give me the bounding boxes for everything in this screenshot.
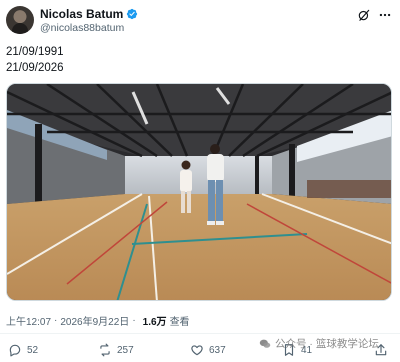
author-handle[interactable]: @nicolas88batum xyxy=(40,22,124,34)
gym-court-photo xyxy=(7,84,391,300)
view-label: 查看 xyxy=(169,317,190,328)
bookmark-count: 41 xyxy=(301,344,313,356)
author-name[interactable]: Nicolas Batum xyxy=(40,7,123,21)
tweet-time[interactable]: 上午12:07 xyxy=(6,313,51,328)
tweet-actions: 52 257 637 41 xyxy=(0,340,400,362)
view-count: 1.6万 xyxy=(142,317,167,328)
avatar[interactable] xyxy=(6,6,34,34)
bookmark-button[interactable]: 41 xyxy=(282,343,312,357)
retweet-button[interactable]: 257 xyxy=(98,343,134,357)
tweet-header: Nicolas Batum @nicolas88batum xyxy=(0,0,400,40)
tweet-line-future: 21/09/2026 xyxy=(6,62,64,74)
retweet-count: 257 xyxy=(117,344,134,356)
verified-badge-icon xyxy=(127,8,138,20)
share-icon xyxy=(375,344,387,356)
tweet-date[interactable]: 2026年9月22日 xyxy=(60,313,129,328)
bookmark-icon xyxy=(284,344,294,356)
reply-icon xyxy=(9,344,21,357)
reply-count: 52 xyxy=(27,344,39,356)
share-button[interactable] xyxy=(374,343,388,357)
meta-separator-2: · xyxy=(132,315,136,326)
grok-icon[interactable] xyxy=(357,8,371,22)
more-icon[interactable] xyxy=(378,8,392,22)
tweet-meta: 上午12:07 · 2026年9月22日 · 1.6万 查看 xyxy=(6,313,190,328)
tweet-media-image[interactable] xyxy=(6,83,392,301)
tweet-line-birth: 21/09/1991 xyxy=(6,46,64,58)
like-button[interactable]: 637 xyxy=(190,343,226,357)
meta-separator: · xyxy=(54,315,58,326)
reply-button[interactable]: 52 xyxy=(8,343,38,357)
divider xyxy=(0,333,400,334)
tweet-text: 21/09/1991 21/09/2026 xyxy=(6,44,64,76)
like-icon xyxy=(191,345,203,356)
like-count: 637 xyxy=(209,344,226,356)
retweet-icon xyxy=(100,343,110,357)
author-name-row[interactable]: Nicolas Batum xyxy=(40,7,138,21)
